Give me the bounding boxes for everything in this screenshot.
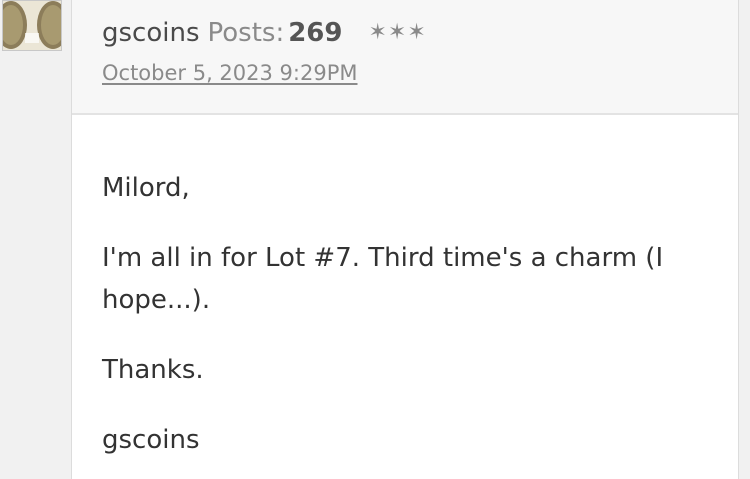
author-username-link[interactable]: gscoins <box>102 18 200 48</box>
forum-post: gscoins Posts: 269 ✶✶✶ October 5, 2023 9:29… <box>71 0 739 479</box>
post-date-link[interactable]: October 5, 2023 9:29PM <box>102 58 358 88</box>
post-paragraph: Milord, <box>102 173 190 203</box>
post-paragraph: gscoins <box>102 425 200 455</box>
posts-count: 269 <box>288 18 343 48</box>
post-paragraph: I'm all in for Lot #7. Third time's a ch… <box>102 243 664 315</box>
rank-stars-icon: ✶✶✶ <box>368 20 427 45</box>
post-header: gscoins Posts: 269 ✶✶✶ October 5, 2023 9:29… <box>72 0 738 115</box>
post-body: Milord, I'm all in for Lot #7. Third tim… <box>72 115 738 461</box>
posts-label: Posts: <box>207 18 285 48</box>
author-line: gscoins Posts: 269 ✶✶✶ <box>102 16 427 50</box>
coin-avatar-image <box>3 1 61 50</box>
post-paragraph: Thanks. <box>102 355 204 385</box>
avatar[interactable] <box>2 0 62 51</box>
